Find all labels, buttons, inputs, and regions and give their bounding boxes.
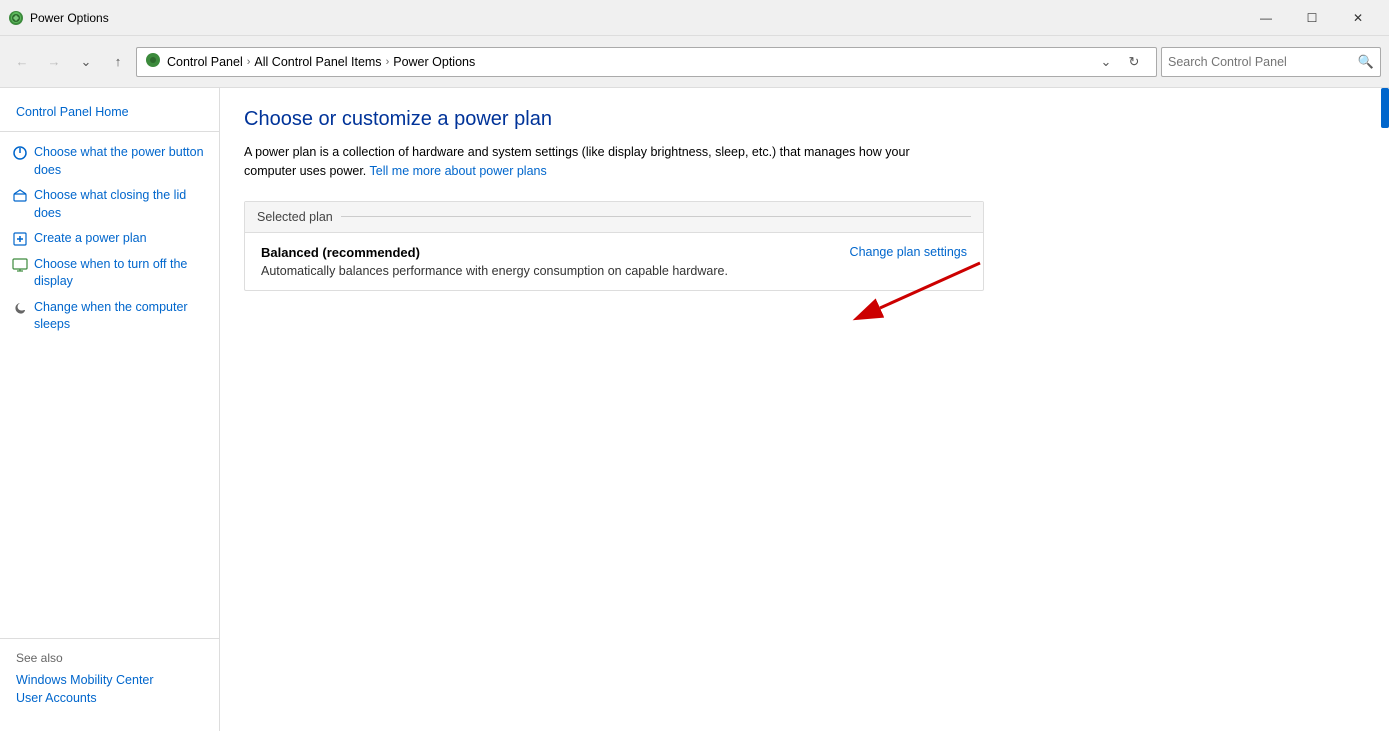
- breadcrumb-sep-2: ›: [386, 56, 390, 68]
- title-bar: Power Options — ☐ ✕: [0, 0, 1389, 36]
- content-description: A power plan is a collection of hardware…: [244, 143, 944, 181]
- sidebar-link-sleep[interactable]: Change when the computer sleeps: [12, 295, 219, 338]
- breadcrumb-part-1[interactable]: Control Panel: [167, 55, 243, 69]
- lid-link-text[interactable]: Choose what closing the lid does: [34, 187, 211, 222]
- plan-name: Balanced (recommended): [261, 245, 728, 260]
- minimize-button[interactable]: —: [1243, 0, 1289, 36]
- create-plan-icon: [12, 231, 28, 247]
- sidebar-footer: See also Windows Mobility Center User Ac…: [0, 638, 219, 719]
- power-button-icon: [12, 145, 28, 161]
- forward-button[interactable]: →: [40, 48, 68, 76]
- control-panel-home-link[interactable]: Control Panel Home: [16, 105, 129, 119]
- search-input[interactable]: [1168, 55, 1354, 69]
- app-icon: [8, 10, 24, 26]
- sidebar-links: Choose what the power button does Choose…: [0, 140, 219, 638]
- windows-mobility-center-link[interactable]: Windows Mobility Center: [16, 671, 203, 689]
- main-layout: Control Panel Home Choose what the power…: [0, 88, 1389, 731]
- plan-description: Automatically balances performance with …: [261, 264, 728, 278]
- search-box[interactable]: 🔍: [1161, 47, 1381, 77]
- window-controls: — ☐ ✕: [1243, 0, 1381, 36]
- learn-more-link[interactable]: Tell me more about power plans: [370, 164, 547, 178]
- selected-plan-section: Selected plan Balanced (recommended) Aut…: [244, 201, 984, 291]
- sleep-link-text[interactable]: Change when the computer sleeps: [34, 299, 211, 334]
- scrollbar-accent: [1381, 88, 1389, 128]
- back-button[interactable]: ←: [8, 48, 36, 76]
- address-icon: [145, 52, 161, 71]
- breadcrumb: Control Panel › All Control Panel Items …: [167, 55, 1086, 69]
- content-area: Choose or customize a power plan A power…: [220, 88, 1389, 731]
- lid-icon: [12, 188, 28, 204]
- selected-plan-divider: [341, 216, 971, 217]
- sleep-icon: [12, 300, 28, 316]
- address-dropdown-button[interactable]: ⌄: [1092, 48, 1120, 76]
- refresh-button[interactable]: ↻: [1120, 48, 1148, 76]
- plan-info: Balanced (recommended) Automatically bal…: [261, 245, 728, 278]
- window-title: Power Options: [30, 11, 109, 25]
- sidebar-home: Control Panel Home: [0, 100, 219, 131]
- breadcrumb-part-3[interactable]: Power Options: [393, 55, 475, 69]
- address-bar-input[interactable]: Control Panel › All Control Panel Items …: [136, 47, 1157, 77]
- maximize-button[interactable]: ☐: [1289, 0, 1335, 36]
- sidebar-link-power-button[interactable]: Choose what the power button does: [12, 140, 219, 183]
- sidebar-link-create-plan[interactable]: Create a power plan: [12, 226, 219, 252]
- sidebar-divider: [0, 131, 219, 132]
- user-accounts-link[interactable]: User Accounts: [16, 689, 203, 707]
- selected-plan-label: Selected plan: [257, 210, 333, 224]
- selected-plan-header: Selected plan: [245, 202, 983, 233]
- sidebar-link-display[interactable]: Choose when to turn off the display: [12, 252, 219, 295]
- address-bar: ← → ⌄ ↑ Control Panel › All Control Pane…: [0, 36, 1389, 88]
- page-title: Choose or customize a power plan: [244, 108, 1365, 131]
- sidebar-link-lid[interactable]: Choose what closing the lid does: [12, 183, 219, 226]
- sidebar: Control Panel Home Choose what the power…: [0, 88, 220, 731]
- recent-button[interactable]: ⌄: [72, 48, 100, 76]
- create-plan-link-text[interactable]: Create a power plan: [34, 230, 147, 248]
- power-button-link-text[interactable]: Choose what the power button does: [34, 144, 211, 179]
- close-button[interactable]: ✕: [1335, 0, 1381, 36]
- display-icon: [12, 257, 28, 273]
- breadcrumb-sep-1: ›: [247, 56, 251, 68]
- description-text: A power plan is a collection of hardware…: [244, 145, 910, 178]
- plan-item-balanced: Balanced (recommended) Automatically bal…: [245, 233, 983, 290]
- up-button[interactable]: ↑: [104, 48, 132, 76]
- search-icon: 🔍: [1358, 54, 1374, 70]
- see-also-title: See also: [16, 651, 203, 665]
- breadcrumb-part-2[interactable]: All Control Panel Items: [254, 55, 381, 69]
- change-plan-settings-link[interactable]: Change plan settings: [850, 245, 967, 259]
- display-link-text[interactable]: Choose when to turn off the display: [34, 256, 211, 291]
